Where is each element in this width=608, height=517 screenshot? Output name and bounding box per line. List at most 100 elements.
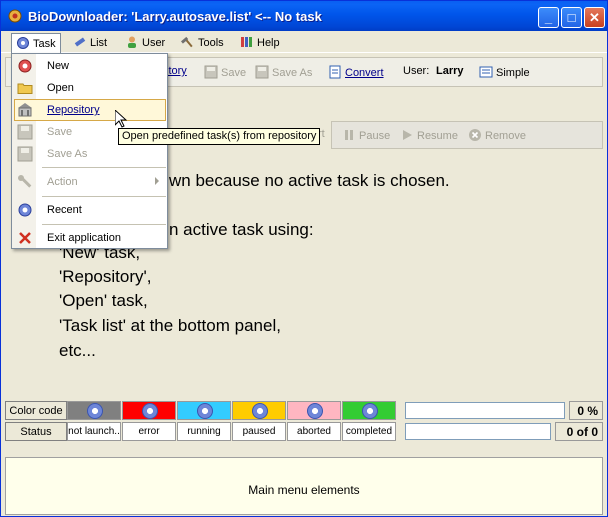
save-as-icon (17, 146, 33, 162)
state-color-running (177, 401, 231, 420)
task-count: 0 of 0 (555, 422, 603, 441)
gear-icon (197, 403, 213, 419)
simple-view-button[interactable]: Simple (479, 65, 530, 79)
menu-list-label: List (90, 37, 108, 49)
minimize-button[interactable]: _ (538, 7, 559, 28)
state-label-error: error (122, 422, 176, 441)
menu-item-save-as[interactable]: Save As (13, 143, 167, 165)
list-view-icon (479, 66, 493, 78)
app-window: BioDownloader: 'Larry.autosave.list' <--… (0, 0, 608, 517)
state-label-aborted: aborted (287, 422, 341, 441)
no-task-message-line-6: 'Task list' at the bottom panel, (59, 316, 281, 335)
color-code-label: Color code (5, 401, 67, 420)
menu-user[interactable]: User (121, 33, 169, 51)
menu-list[interactable]: List (69, 33, 111, 51)
repository-icon (18, 103, 32, 117)
title-bar[interactable]: BioDownloader: 'Larry.autosave.list' <--… (1, 1, 607, 31)
menu-item-save-label: Save (47, 126, 73, 138)
convert-icon (329, 65, 341, 79)
menu-item-exit[interactable]: Exit application (13, 227, 167, 249)
menu-task[interactable]: Task (11, 33, 61, 53)
menu-item-exit-label: Exit application (47, 232, 121, 244)
menu-item-repository[interactable]: Repository (14, 99, 166, 121)
state-label-running: running (177, 422, 231, 441)
gear-icon (17, 37, 29, 49)
menu-item-open-label: Open (47, 82, 74, 94)
menu-separator (42, 196, 166, 197)
pause-button[interactable]: Pause (342, 128, 390, 142)
gear-icon (18, 203, 32, 217)
submenu-arrow-icon (155, 177, 159, 185)
status-panel: Color code Status not launch.. error run… (5, 399, 603, 445)
toolbar-save-button[interactable]: Save (204, 65, 246, 79)
menu-item-repository-label: Repository (47, 104, 100, 116)
maximize-button[interactable]: □ (561, 7, 582, 28)
remove-label: Remove (485, 130, 526, 142)
task-control-bar: rt Pause Resume Remove (318, 121, 603, 149)
close-window-button[interactable]: ✕ (584, 7, 605, 28)
toolbar-save-label: Save (221, 67, 247, 79)
window-title: BioDownloader: 'Larry.autosave.list' <--… (28, 9, 322, 24)
menu-item-recent-label: Recent (47, 204, 82, 216)
mouse-cursor-icon (115, 110, 127, 128)
state-label-paused: paused (232, 422, 286, 441)
menu-tools-label: Tools (198, 37, 224, 49)
new-task-icon (18, 59, 32, 73)
repository-tooltip: Open predefined task(s) from repository (118, 128, 321, 145)
close-icon (19, 232, 31, 244)
convert-button[interactable]: Convert (328, 65, 384, 79)
menu-bar: Task List User Tools Help (1, 31, 607, 53)
user-label: User: (403, 65, 430, 77)
gear-icon (307, 403, 323, 419)
menu-user-label: User (142, 37, 166, 49)
menu-task-label: Task (33, 38, 56, 50)
gear-icon (362, 403, 378, 419)
menu-tools[interactable]: Tools (177, 33, 228, 51)
state-color-completed (342, 401, 396, 420)
state-color-not-launched (67, 401, 121, 420)
gear-icon (252, 403, 268, 419)
no-task-message-line-7: etc... (59, 341, 96, 360)
remove-button[interactable]: Remove (468, 128, 526, 142)
menu-separator (42, 167, 166, 168)
menu-item-action-label: Action (47, 176, 78, 188)
no-task-message-line-4: 'Repository', (59, 267, 152, 286)
tools-icon (74, 37, 86, 47)
toolbar-save-as-button[interactable]: Save As (255, 65, 312, 79)
menu-item-action[interactable]: Action (13, 171, 167, 193)
no-task-message-line-1: wn because no active task is chosen. (169, 171, 450, 190)
save-as-icon (255, 65, 269, 79)
menu-help-label: Help (257, 37, 280, 49)
save-icon (17, 124, 33, 140)
convert-label: Convert (345, 67, 384, 79)
bottom-panel: Main menu elements (5, 457, 603, 515)
menu-item-save-as-label: Save As (47, 148, 88, 160)
progress-percent: 0 % (569, 401, 603, 420)
menu-item-new-label: New (47, 60, 70, 72)
simple-view-label: Simple (496, 67, 530, 79)
bottom-panel-label: Main menu elements (248, 483, 360, 497)
state-color-aborted (287, 401, 341, 420)
resume-button[interactable]: Resume (400, 128, 458, 142)
user-value: Larry (436, 65, 464, 77)
menu-item-new[interactable]: New (13, 55, 167, 77)
app-icon (8, 9, 22, 23)
repository-button[interactable]: itory (166, 65, 187, 77)
pause-icon (345, 130, 353, 140)
pause-label: Pause (359, 130, 391, 142)
task-progress-bar (405, 423, 551, 440)
status-row-label: Status (5, 422, 67, 441)
task-menu-dropdown: New Open Repository Save Save As Action … (11, 53, 168, 249)
folder-icon (17, 83, 33, 94)
gear-icon (142, 403, 158, 419)
state-color-paused (232, 401, 286, 420)
state-color-error (122, 401, 176, 420)
menu-item-recent[interactable]: Recent (13, 199, 167, 221)
user-icon (128, 36, 136, 48)
menu-help[interactable]: Help (236, 33, 284, 51)
state-label-completed: completed (342, 422, 396, 441)
save-icon (204, 65, 218, 79)
menu-item-open[interactable]: Open (13, 77, 167, 99)
menu-separator (42, 224, 166, 225)
overall-progress-bar (405, 402, 565, 419)
